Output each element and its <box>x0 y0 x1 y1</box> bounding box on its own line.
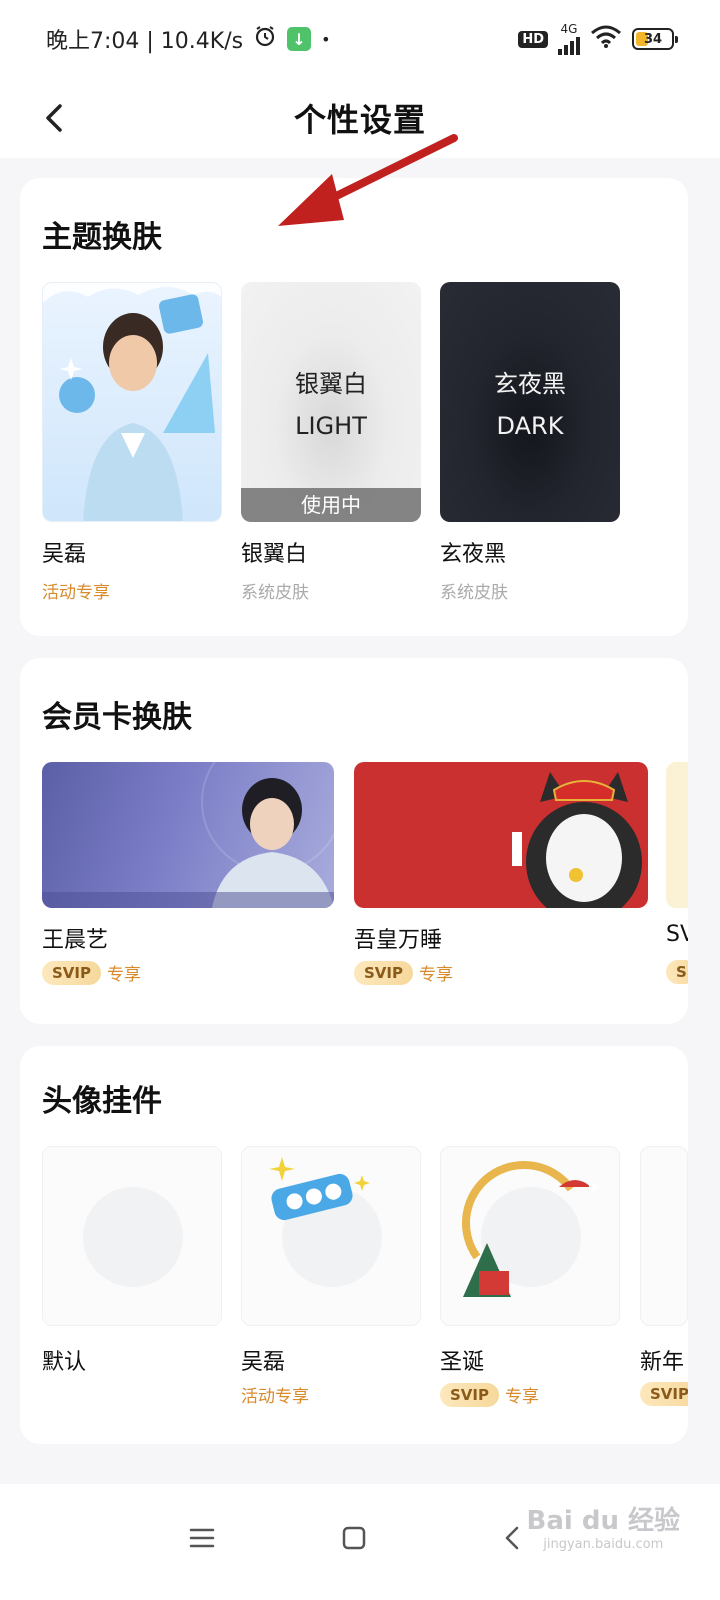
status-bar: 晚上7:04 | 10.4K/s ↓ • HD 4G 34 <box>0 0 720 78</box>
avatar-frame-badge-christmas: SVIP 专享 <box>440 1382 539 1407</box>
member-card-tile-cat[interactable] <box>354 762 648 908</box>
status-right: HD 4G 34 <box>518 23 678 55</box>
theme-sub-light: 系统皮肤 <box>241 583 309 603</box>
svip-badge: SVIP <box>640 1382 688 1406</box>
theme-sub-wulei: 活动专享 <box>42 583 110 603</box>
status-left: 晚上7:04 | 10.4K/s ↓ • <box>46 23 331 55</box>
menu-icon <box>189 1528 215 1548</box>
avatar-frame-wulei[interactable] <box>241 1146 421 1326</box>
chevron-left-icon <box>46 104 62 132</box>
back-button[interactable] <box>34 96 74 140</box>
theme-tile-light[interactable]: 银翼白 LIGHT 使用中 <box>241 282 421 522</box>
theme-tile-wulei[interactable] <box>42 282 222 522</box>
alarm-icon <box>253 24 277 54</box>
chevron-left-icon <box>505 1526 519 1550</box>
in-use-label: 使用中 <box>241 488 421 522</box>
member-card-name-next: SV <box>666 922 688 947</box>
member-card-name-wang: 王晨艺 <box>42 928 109 953</box>
avatar-frame-sub-wulei: 活动专享 <box>241 1387 309 1407</box>
avatar-frame-section: 头像挂件 默认 吴磊 活动专享 圣诞 SVIP 专享 新年 SVIP <box>20 1046 688 1444</box>
member-card-badge-wang: SVIP 专享 <box>42 960 141 985</box>
battery-level: 34 <box>643 31 663 47</box>
svip-badge: S <box>666 960 688 984</box>
member-card-tile-next[interactable] <box>666 762 688 908</box>
avatar-frame-name-default: 默认 <box>42 1350 87 1375</box>
annotation-arrow-icon <box>278 134 458 226</box>
avatar-frame-christmas[interactable] <box>440 1146 620 1326</box>
theme-name-dark: 玄夜黑 <box>440 542 507 567</box>
theme-section-title: 主题换肤 <box>42 220 162 255</box>
exclusive-label: 专享 <box>419 965 453 985</box>
notification-dot-icon: • <box>321 29 331 49</box>
baidu-watermark: Bai du 经验 jingyan.baidu.com <box>527 1500 681 1552</box>
avatar-frame-badge-newyear: SVIP <box>640 1382 688 1406</box>
avatar-placeholder <box>83 1187 183 1287</box>
avatar-frame-name-christmas: 圣诞 <box>440 1350 485 1375</box>
cat-illustration <box>512 772 642 908</box>
dark-tile-text-en: DARK <box>496 412 564 440</box>
leo-frame-decoration <box>269 1157 370 1221</box>
signal-icon: 4G <box>558 23 580 55</box>
watermark-url: jingyan.baidu.com <box>543 1537 664 1552</box>
light-tile-text: 银翼白 <box>295 370 367 398</box>
theme-section: 主题换肤 吴磊 活动专享 银翼白 LIGHT 使用中 银翼白 系统皮肤 玄夜黑 … <box>20 178 688 636</box>
light-tile-text-en: LIGHT <box>295 412 367 440</box>
exclusive-label: 专享 <box>505 1387 539 1407</box>
home-square-icon <box>342 1526 366 1550</box>
member-card-section: 会员卡换肤 王晨艺 SVIP 专享 吾皇万睡 SVIP 专享 SV S <box>20 658 688 1024</box>
member-card-badge-cat: SVIP 专享 <box>354 960 453 985</box>
download-icon: ↓ <box>287 27 312 51</box>
wulei-illustration <box>43 283 221 521</box>
dark-tile-text: 玄夜黑 <box>494 370 566 398</box>
status-time-speed: 晚上7:04 | 10.4K/s <box>46 29 244 54</box>
avatar-frame-name-newyear: 新年 <box>640 1350 685 1375</box>
wang-illustration <box>42 762 334 908</box>
svip-badge: SVIP <box>42 960 101 985</box>
menu-button[interactable] <box>172 1508 232 1568</box>
svip-badge: SVIP <box>354 960 413 985</box>
exclusive-label: 专享 <box>107 965 141 985</box>
network-type: 4G <box>560 22 578 36</box>
theme-sub-dark: 系统皮肤 <box>440 583 508 603</box>
home-button[interactable] <box>324 1508 384 1568</box>
svip-badge: SVIP <box>440 1382 499 1407</box>
christmas-frame-decoration <box>462 1161 597 1297</box>
avatar-frame-default[interactable] <box>42 1146 222 1326</box>
watermark-brand: Bai du 经验 <box>526 1506 681 1536</box>
avatar-frame-section-title: 头像挂件 <box>42 1084 162 1119</box>
member-card-badge-next: S <box>666 960 688 984</box>
avatar-frame-newyear[interactable] <box>640 1146 688 1326</box>
avatar-frame-name-wulei: 吴磊 <box>241 1350 286 1375</box>
hd-badge: HD <box>518 30 548 48</box>
member-card-tile-wang[interactable] <box>42 762 334 908</box>
wifi-icon <box>590 24 622 54</box>
member-card-section-title: 会员卡换肤 <box>42 700 192 735</box>
theme-tile-dark[interactable]: 玄夜黑 DARK <box>440 282 620 522</box>
battery-icon: 34 <box>632 28 678 50</box>
theme-name-wulei: 吴磊 <box>42 542 87 567</box>
theme-name-light: 银翼白 <box>241 542 308 567</box>
member-card-name-cat: 吾皇万睡 <box>354 928 443 953</box>
